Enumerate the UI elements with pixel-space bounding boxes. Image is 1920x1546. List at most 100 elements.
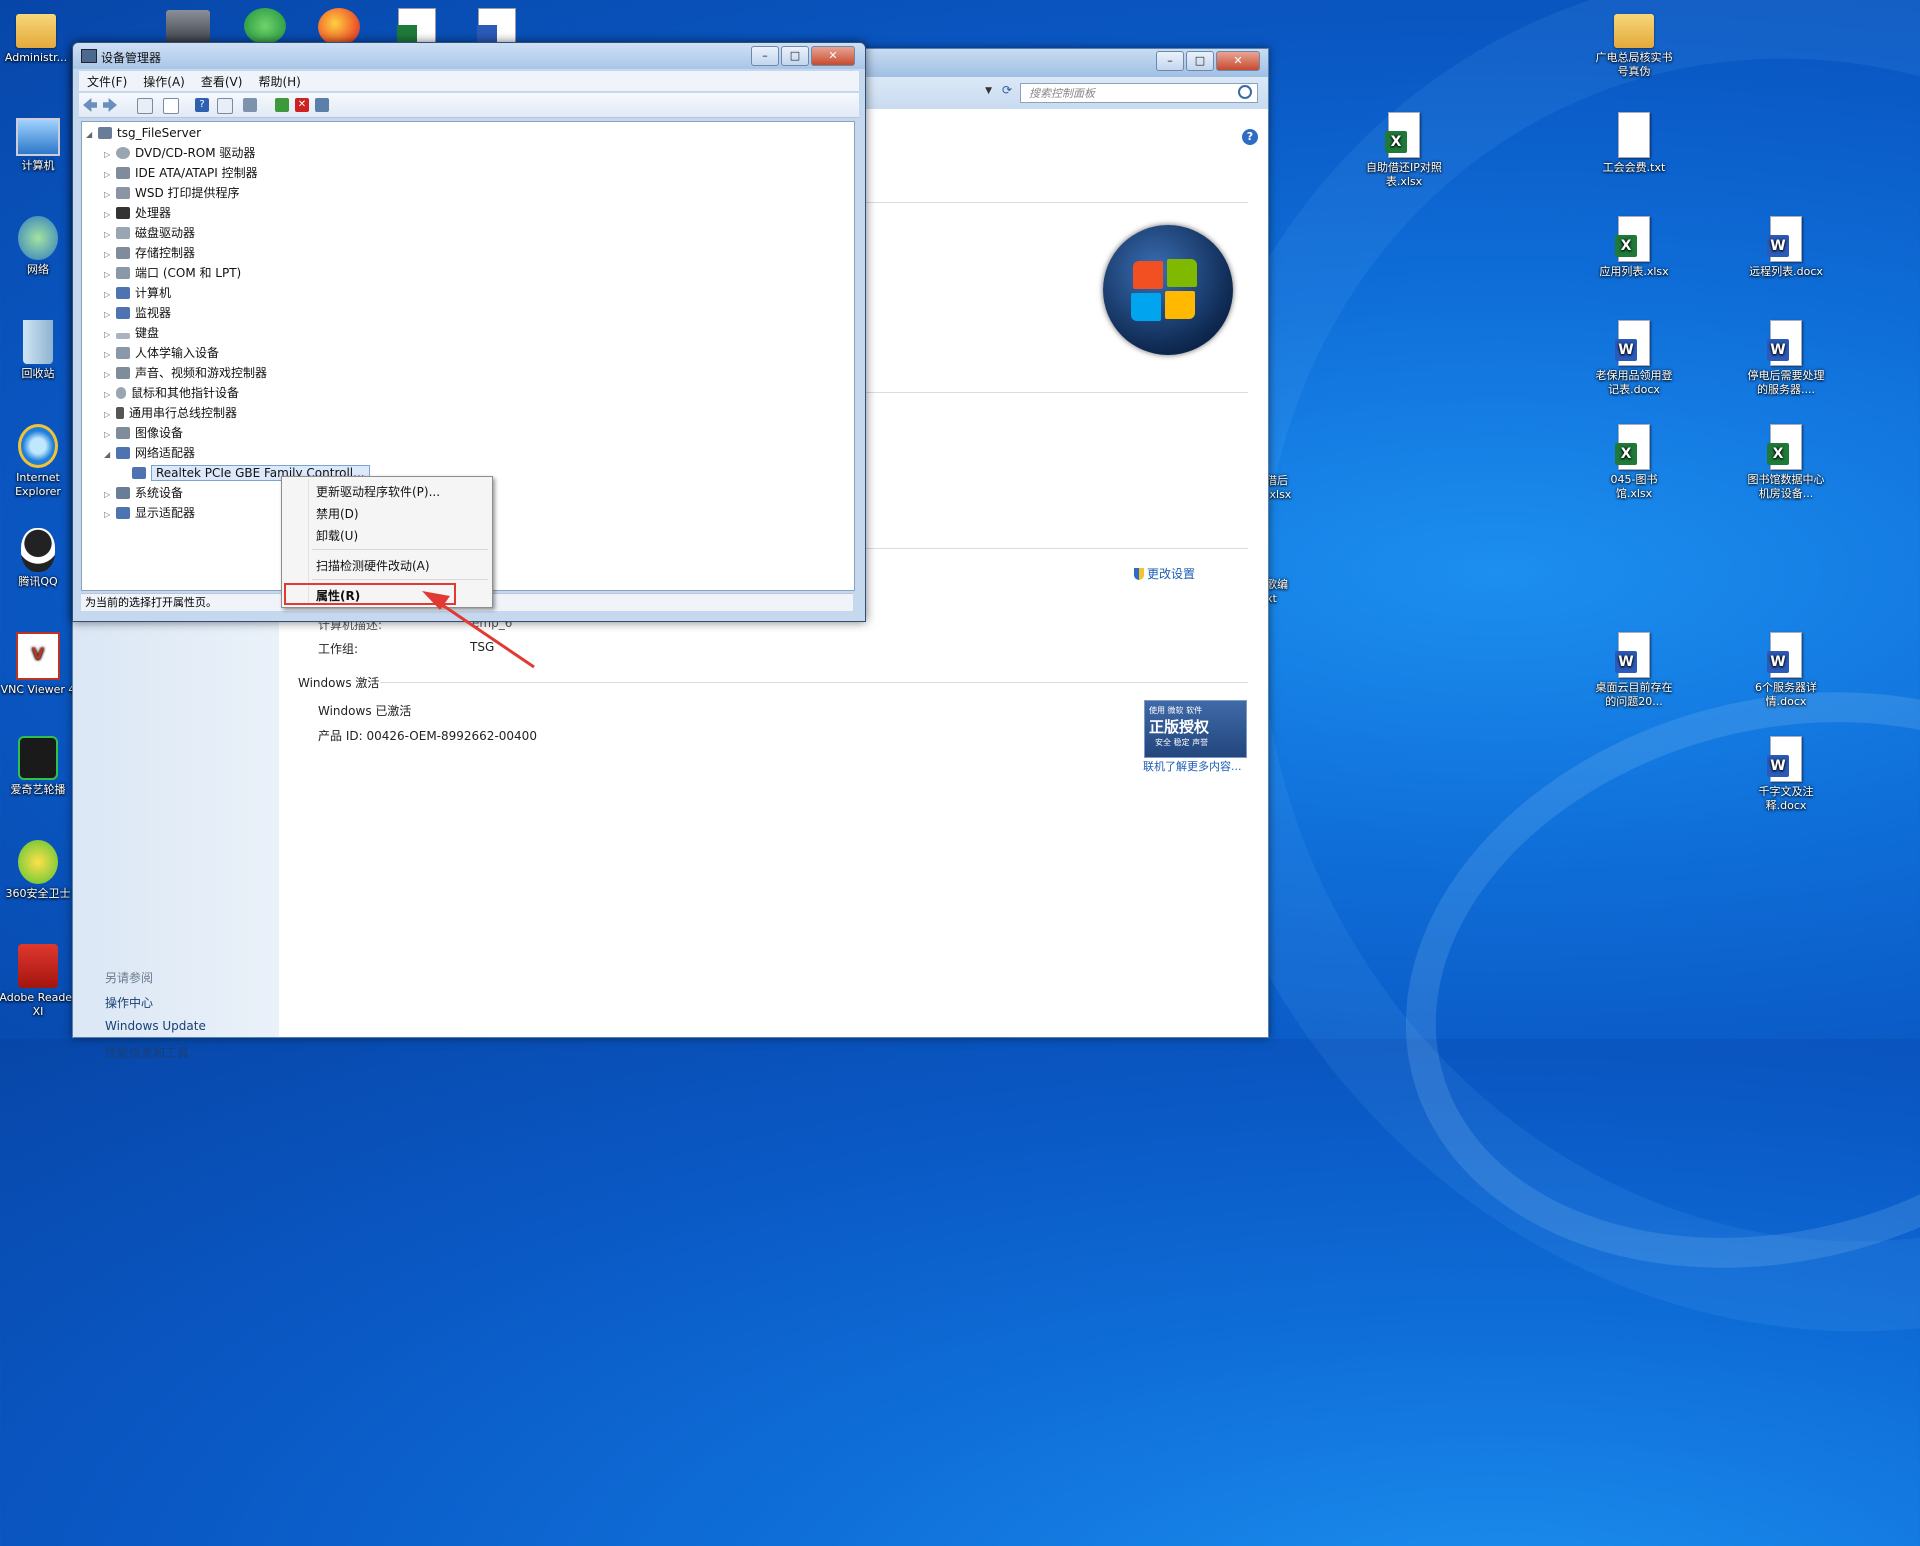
menu-item-update-driver[interactable]: 更新驱动程序软件(P)... [316,483,440,500]
port-icon [116,267,130,279]
tree-root[interactable]: ◢ tsg_FileServer [86,124,201,142]
tree-node[interactable]: ▷ 通用串行总线控制器 [104,404,237,422]
word-file-icon: W [1615,632,1650,678]
logo-yellow-pane [1165,291,1195,319]
view-icon[interactable] [217,98,233,114]
menu-file[interactable]: 文件(F) [79,73,135,90]
maximize-button[interactable]: □ [781,46,809,66]
sidebar-link-windows-update[interactable]: Windows Update [105,1019,206,1033]
desktop-file-label: 工会会费.txt [1602,161,1666,174]
maximize-button[interactable]: □ [1186,51,1214,71]
back-icon[interactable] [83,98,97,112]
tree-node[interactable]: ▷ 计算机 [104,284,171,302]
desktop-file-icon[interactable]: X 应用列表.xlsx [1594,216,1674,279]
workgroup-value: TSG [470,640,495,654]
desktop-icon-vnc[interactable]: V VNC Viewer 4 [0,632,78,697]
menu-item-disable[interactable]: 禁用(D) [316,505,359,522]
desktop-file-icon[interactable]: 工会会费.txt [1594,112,1674,175]
enable-device-icon[interactable] [315,98,329,112]
processor-icon [116,207,130,219]
desktop-icon-label: VNC Viewer 4 [0,683,76,696]
tree-node[interactable]: ▷ 键盘 [104,324,159,342]
desktop-icon-computer[interactable]: 计算机 [0,112,78,173]
uninstall-icon[interactable]: ✕ [295,98,309,112]
firefox-icon[interactable] [318,8,360,46]
menu-help[interactable]: 帮助(H) [250,73,308,90]
scan-hardware-icon[interactable] [243,98,257,112]
help-icon[interactable]: ? [195,98,209,112]
minimize-button[interactable]: – [751,46,779,66]
update-driver-icon[interactable] [275,98,289,112]
tree-node[interactable]: ▷ 磁盘驱动器 [104,224,195,242]
desktop-file-icon[interactable]: W 千字文及注释.docx [1746,736,1826,813]
change-settings-link[interactable]: 更改设置 [1134,565,1195,582]
desktop-icon-recycle-bin[interactable]: 回收站 [0,320,78,381]
tree-node[interactable]: ▷ IDE ATA/ATAPI 控制器 [104,164,258,182]
tree-node[interactable]: ▷ 声音、视频和游戏控制器 [104,364,267,382]
desktop-icon-adobe[interactable]: Adobe Reader XI [0,944,78,1019]
menu-view[interactable]: 查看(V) [193,73,251,90]
tree-node[interactable]: ▷ DVD/CD-ROM 驱动器 [104,144,255,162]
excel-file-icon: X [1767,424,1802,470]
tree-node[interactable]: ▷ 显示适配器 [104,504,195,522]
desktop-file-icon[interactable]: W 停电后需要处理的服务器.... [1746,320,1826,397]
desktop-file-icon[interactable]: X 045-图书馆.xlsx [1594,424,1674,501]
show-hide-tree-icon[interactable] [137,98,153,114]
tree-node[interactable]: ▷ 处理器 [104,204,171,222]
tree-node[interactable]: ▷ 端口 (COM 和 LPT) [104,264,241,282]
forward-icon[interactable] [103,98,117,112]
desktop-file-icon[interactable]: W 桌面云目前存在的问题20... [1594,632,1674,709]
search-input[interactable]: 搜索控制面板 [1020,83,1258,103]
search-icon[interactable] [1238,85,1252,99]
desktop-icon-network[interactable]: 网络 [0,216,78,277]
tree-node-label: 网络适配器 [135,446,196,460]
window-controls: – □ ✕ [1156,51,1260,71]
minimize-button[interactable]: – [1156,51,1184,71]
desktop-file-label: 自助借还IP对照表.xlsx [1366,161,1442,188]
tree-node-expanded[interactable]: ◢ 网络适配器 [104,444,195,462]
address-dropdown-icon[interactable]: ▼ [985,86,992,96]
globe-app-icon[interactable] [244,8,286,44]
desktop-partial-icon[interactable]: 借后 .xlsx [1266,474,1306,502]
activation-status: Windows 已激活 [318,704,412,718]
desktop-partial-icon[interactable]: 歌编 xt [1266,578,1306,606]
menu-item-scan-hardware[interactable]: 扫描检测硬件改动(A) [316,557,430,574]
tree-node-label: 鼠标和其他指针设备 [131,386,240,400]
desktop-icon-qq[interactable]: 腾讯QQ [0,528,78,589]
tree-node[interactable]: ▷ 存储控制器 [104,244,195,262]
menu-item-uninstall[interactable]: 卸载(U) [316,527,358,544]
tree-node[interactable]: ▷ 图像设备 [104,424,183,442]
desktop-icon-iqiyi[interactable]: 爱奇艺轮播 [0,736,78,797]
desktop-icon-administrator[interactable]: Administr... [0,6,76,65]
desktop-file-icon[interactable]: W 老保用品领用登记表.docx [1594,320,1674,397]
desktop-icon-ie[interactable]: Internet Explorer [0,424,78,499]
sidebar-link-performance[interactable]: 性能信息和工具 [105,1044,189,1061]
desktop-file-icon[interactable]: 广电总局核实书号真伪 [1594,6,1674,79]
desktop-icon-360[interactable]: 360安全卫士 [0,840,78,901]
menu-action[interactable]: 操作(A) [135,73,193,90]
sidebar-link-action-center[interactable]: 操作中心 [105,994,153,1011]
partial-label: .xlsx [1266,488,1292,501]
tree-node[interactable]: ▷ 监视器 [104,304,171,322]
tree-node[interactable]: ▷ 鼠标和其他指针设备 [104,384,239,402]
desktop-file-icon[interactable]: X 图书馆数据中心机房设备... [1746,424,1826,501]
desktop-icon-label: Internet Explorer [15,471,61,498]
desktop-file-icon[interactable]: X 自助借还IP对照表.xlsx [1364,112,1444,189]
help-icon[interactable]: ? [1242,129,1258,145]
desktop-file-icon[interactable]: W 6个服务器详情.docx [1746,632,1826,709]
desktop-file-icon[interactable]: W 远程列表.docx [1746,216,1826,279]
genuine-learn-more-link[interactable]: 联机了解更多内容... [1143,758,1242,774]
desktop-icon-label: 腾讯QQ [18,575,58,588]
genuine-badge[interactable]: 使用 微软 软件 正版授权 安全 稳定 声誉 [1144,700,1247,758]
partial-label: 借后 [1266,474,1288,487]
menu-separator [312,549,488,550]
close-button[interactable]: ✕ [1216,51,1260,71]
tree-node[interactable]: ▷ 人体学输入设备 [104,344,219,362]
camera-app-icon[interactable] [166,10,210,44]
change-settings-label: 更改设置 [1147,567,1196,581]
properties-icon[interactable] [163,98,179,114]
refresh-icon[interactable]: ⟳ [1002,83,1012,97]
close-button[interactable]: ✕ [811,46,855,66]
tree-node[interactable]: ▷ WSD 打印提供程序 [104,184,240,202]
tree-node[interactable]: ▷ 系统设备 [104,484,183,502]
